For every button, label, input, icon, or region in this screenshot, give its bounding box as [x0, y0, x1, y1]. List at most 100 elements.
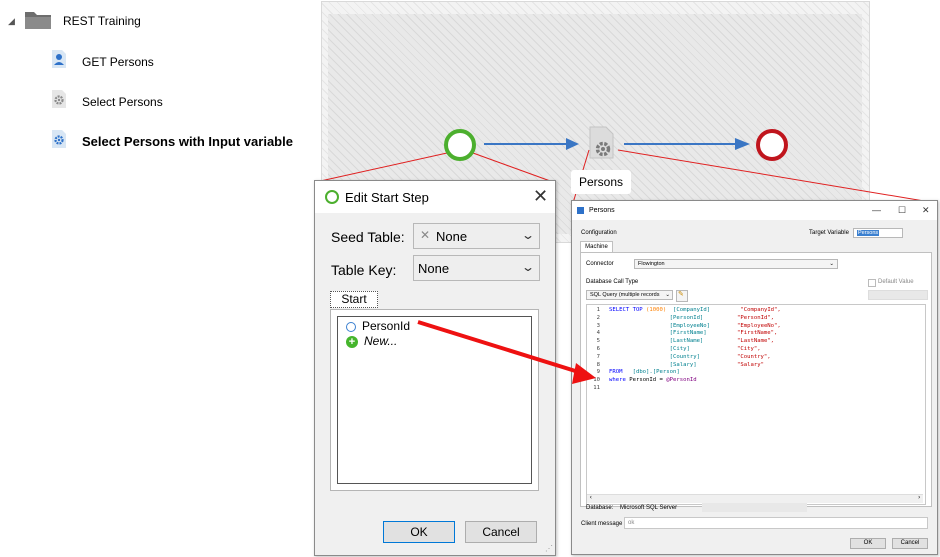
- close-icon[interactable]: ✕: [922, 205, 930, 216]
- gear-doc-icon: [52, 90, 66, 108]
- default-value-label: Default Value: [878, 279, 914, 285]
- code-token: [PersonId]: [669, 314, 704, 321]
- code-line[interactable]: [City] "City",: [609, 346, 781, 354]
- close-icon[interactable]: ✕: [533, 186, 548, 207]
- client-message-value: ok: [628, 520, 635, 526]
- client-message-input[interactable]: ok: [624, 517, 928, 529]
- code-line[interactable]: [PersonId] "PersonId",: [609, 315, 781, 323]
- code-token: "Salary": [737, 361, 764, 368]
- resize-grip-icon[interactable]: ⋰: [545, 544, 553, 553]
- ok-button[interactable]: OK: [383, 521, 455, 543]
- code-line[interactable]: [EmployeeNo] "EmployeeNo",: [609, 323, 781, 331]
- maximize-icon[interactable]: ☐: [898, 205, 906, 216]
- wand-button[interactable]: ✎: [676, 290, 688, 302]
- tree-item-select-persons-input[interactable]: Select Persons with Input variable: [82, 134, 293, 149]
- gear-blue-icon: [52, 130, 66, 148]
- chevron-down-icon: ⌄: [665, 292, 670, 298]
- seed-table-value: None: [436, 229, 468, 244]
- seed-table-select[interactable]: ✕ None ⌄: [413, 223, 540, 249]
- code-line[interactable]: [FirstName] "FirstName",: [609, 330, 781, 338]
- table-key-select[interactable]: None ⌄: [413, 255, 540, 281]
- wand-icon: ✎: [678, 291, 684, 298]
- tab-start[interactable]: Start: [330, 291, 378, 308]
- end-node[interactable]: [756, 129, 788, 161]
- connector-select[interactable]: Flowington ⌄: [634, 259, 838, 269]
- code-line[interactable]: [LastName] "LastName",: [609, 338, 781, 346]
- db-call-type-select[interactable]: SQL Query (multiple records ⌄: [586, 290, 673, 300]
- code-token: "LastName",: [737, 338, 775, 345]
- code-token: "Country",: [736, 353, 771, 360]
- code-token: [FirstName]: [669, 330, 707, 337]
- scroll-right-icon[interactable]: ›: [917, 494, 921, 501]
- clear-icon: ✕: [420, 228, 431, 242]
- connector-value: Flowington: [638, 261, 665, 267]
- code-token: [Country]: [669, 353, 700, 360]
- collapse-caret-icon[interactable]: ◢: [8, 16, 15, 27]
- code-line[interactable]: where PersonId = @PersonId: [609, 377, 781, 385]
- code-line[interactable]: [609, 385, 781, 393]
- variable-icon: [346, 321, 356, 332]
- default-value-checkbox[interactable]: [868, 279, 876, 287]
- cancel-button[interactable]: Cancel: [465, 521, 537, 543]
- line-numbers: 1 2 3 4 5 6 7 8 9 10 11: [588, 307, 600, 393]
- code-token: "EmployeeNo",: [737, 322, 781, 329]
- scroll-left-icon[interactable]: ‹: [589, 494, 593, 501]
- variables-list[interactable]: PersonId + New...: [337, 316, 532, 484]
- configuration-label: Configuration: [581, 230, 617, 236]
- sql-code[interactable]: SELECT TOP (1000) [CompanyId] "CompanyId…: [609, 307, 781, 393]
- tree-item-get-persons[interactable]: GET Persons: [82, 55, 154, 69]
- code-token: [City]: [669, 345, 690, 352]
- add-icon: +: [346, 335, 358, 348]
- variable-name: PersonId: [362, 319, 411, 333]
- database-icon: [577, 207, 584, 214]
- line-number: 1: [596, 307, 600, 313]
- table-key-value: None: [418, 261, 450, 276]
- step-label: Persons: [571, 170, 631, 194]
- tree-item-select-persons[interactable]: Select Persons: [82, 95, 163, 109]
- chevron-down-icon: ⌄: [520, 228, 536, 242]
- start-node[interactable]: [444, 129, 476, 161]
- start-circle-icon: [325, 190, 339, 204]
- line-number: 9: [596, 369, 600, 376]
- code-line[interactable]: FROM [dbo].[Person]: [609, 369, 781, 377]
- gear-doc-icon[interactable]: [588, 126, 616, 160]
- persons-cancel-button[interactable]: Cancel: [892, 538, 928, 549]
- tree-root-label[interactable]: REST Training: [63, 14, 141, 28]
- connector-label: Connector: [586, 261, 614, 267]
- database-value: Microsoft SQL Server: [620, 505, 678, 511]
- sql-editor[interactable]: 1 2 3 4 5 6 7 8 9 10 11 SELECT TOP (1000) [Company…: [586, 304, 926, 505]
- code-line[interactable]: [Country] "Country",: [609, 354, 781, 362]
- code-token: [Salary]: [669, 361, 697, 368]
- dialog-title: Edit Start Step: [345, 190, 429, 205]
- line-number: 6: [596, 345, 600, 352]
- line-number: 2: [596, 314, 600, 321]
- target-variable-select[interactable]: Persons: [853, 228, 903, 238]
- edit-start-step-dialog: Edit Start Step ✕ Seed Table: ✕ None ⌄ T…: [314, 180, 556, 556]
- list-item[interactable]: PersonId: [346, 319, 410, 333]
- new-variable-item[interactable]: + New...: [346, 334, 397, 348]
- code-token: [CompanyId]: [673, 307, 711, 313]
- persons-ok-button[interactable]: OK: [850, 538, 886, 549]
- code-token: [EmployeeNo]: [669, 322, 711, 329]
- persons-dialog-title: Persons: [589, 207, 615, 214]
- code-token: PersonId =: [629, 377, 667, 384]
- chevron-down-icon: ⌄: [520, 260, 536, 274]
- horizontal-scrollbar[interactable]: ‹ ›: [587, 494, 923, 503]
- code-token: FROM: [609, 369, 633, 376]
- target-variable-value: Persons: [857, 230, 880, 236]
- code-line[interactable]: [Salary] "Salary": [609, 362, 781, 370]
- minimize-icon[interactable]: —: [872, 205, 881, 215]
- seed-table-label: Seed Table:: [331, 229, 405, 245]
- chevron-down-icon: ⌄: [829, 261, 834, 267]
- database-label: Database:: [586, 505, 614, 511]
- default-value-field[interactable]: [868, 290, 928, 300]
- code-line[interactable]: SELECT TOP (1000) [CompanyId] "CompanyId…: [609, 307, 781, 315]
- code-token: "City",: [737, 345, 761, 352]
